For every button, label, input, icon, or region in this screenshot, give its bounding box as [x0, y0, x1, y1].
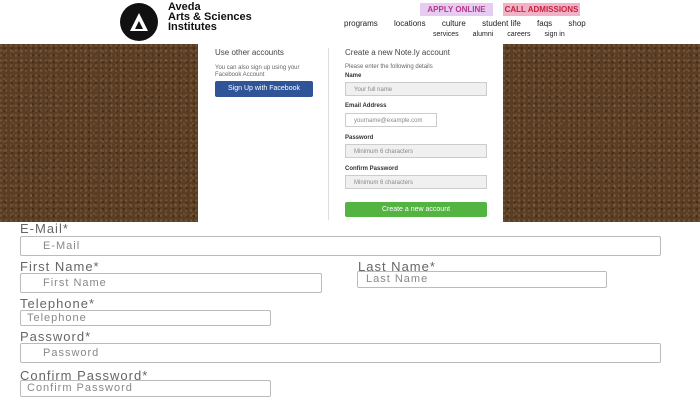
facebook-signup-button[interactable]: Sign Up with Facebook — [215, 81, 313, 97]
name-input[interactable]: Your full name — [345, 82, 487, 96]
other-accounts-heading: Use other accounts — [215, 48, 284, 57]
form-last-name-input[interactable]: Last Name — [357, 271, 607, 288]
nav-item-careers[interactable]: careers — [507, 31, 530, 38]
logo-icon[interactable] — [120, 3, 158, 41]
background-texture-left — [0, 44, 198, 222]
panel-divider — [328, 48, 329, 220]
create-account-button[interactable]: Create a new account — [345, 202, 487, 217]
create-account-heading: Create a new Note.ly account — [345, 48, 450, 57]
create-account-intro: Please enter the following details — [345, 64, 433, 70]
confirm-password-input[interactable]: Minimum 6 characters — [345, 175, 487, 189]
background-texture-right — [503, 44, 700, 222]
form-password-input[interactable]: Password — [20, 343, 661, 363]
apply-online-button[interactable]: APPLY ONLINE — [420, 3, 493, 16]
nav-item-programs[interactable]: programs — [344, 19, 378, 28]
nav-item-shop[interactable]: shop — [568, 19, 585, 28]
triangle-a-icon — [130, 13, 148, 31]
primary-nav: programs locations culture student life … — [344, 19, 600, 28]
nav-item-culture[interactable]: culture — [442, 19, 466, 28]
form-confirm-password-input[interactable]: Confirm Password — [20, 380, 271, 397]
site-header: Aveda Arts & Sciences Institutes APPLY O… — [0, 0, 700, 44]
password-label: Password — [345, 135, 374, 141]
form-email-input[interactable]: E-Mail — [20, 236, 661, 256]
form-email-label: E-Mail* — [20, 221, 69, 236]
secondary-nav: services alumni careers sign in — [433, 31, 577, 38]
email-input[interactable]: yourname@example.com — [345, 113, 437, 127]
nav-item-faqs[interactable]: faqs — [537, 19, 552, 28]
nav-item-services[interactable]: services — [433, 31, 459, 38]
nav-item-student-life[interactable]: student life — [482, 19, 521, 28]
email-label: Email Address — [345, 103, 387, 109]
name-label: Name — [345, 73, 362, 79]
form-password-label: Password* — [20, 329, 92, 344]
confirm-password-label: Confirm Password — [345, 166, 399, 172]
form-first-name-label: First Name* — [20, 259, 100, 274]
call-admissions-button[interactable]: CALL ADMISSIONS — [503, 3, 580, 16]
nav-item-locations[interactable]: locations — [394, 19, 426, 28]
form-first-name-input[interactable]: First Name — [20, 273, 322, 293]
password-input[interactable]: Minimum 6 characters — [345, 144, 487, 158]
nav-item-sign-in[interactable]: sign in — [545, 31, 565, 38]
form-telephone-input[interactable]: Telephone — [20, 310, 271, 326]
form-telephone-label: Telephone* — [20, 296, 96, 311]
logo-text[interactable]: Aveda Arts & Sciences Institutes — [168, 2, 252, 33]
nav-item-alumni[interactable]: alumni — [473, 31, 494, 38]
logo-line-3: Institutes — [168, 21, 217, 33]
other-accounts-text-2: Facebook Account — [215, 72, 265, 78]
